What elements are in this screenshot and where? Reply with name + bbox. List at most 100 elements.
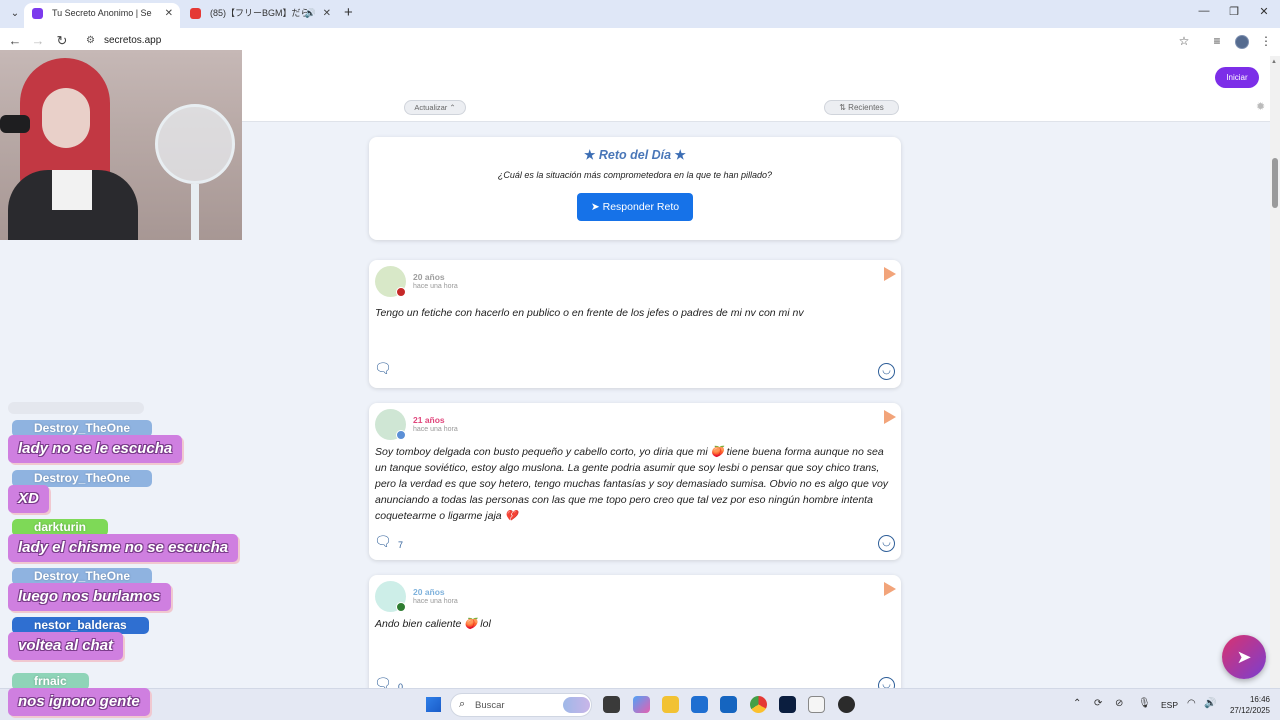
tab-label: (85)【フリーBGM】だらけモード <box>210 8 310 18</box>
chrome-icon[interactable] <box>750 696 767 713</box>
file-explorer-icon[interactable] <box>662 696 679 713</box>
react-smiley-icon[interactable]: ◡ <box>878 535 895 552</box>
sync-icon[interactable]: ⟳ <box>1094 698 1102 709</box>
copilot-icon[interactable] <box>633 696 650 713</box>
taskbar-search[interactable]: ⌕ Buscar <box>450 693 592 717</box>
sort-icon: ⇅ <box>839 103 849 112</box>
site-info-icon[interactable]: ⚙ <box>86 35 95 46</box>
outlook-icon[interactable] <box>720 696 737 713</box>
reload-icon[interactable]: ↻ <box>53 33 71 49</box>
tab-label: Tu Secreto Anonimo | Secretos <box>52 8 152 18</box>
comment-count: 7 <box>398 540 404 550</box>
cam-fan <box>155 104 235 184</box>
language-indicator[interactable]: ESP <box>1161 700 1178 710</box>
back-icon[interactable]: ← <box>6 33 24 48</box>
search-icon: ⌕ <box>459 698 466 710</box>
comments-icon[interactable]: 🗨 <box>374 360 392 377</box>
scroll-up-icon[interactable]: ▲ <box>1271 59 1277 65</box>
windows-taskbar: ⌕ Buscar ⌃ ⟳ ⊘ 🎙 ESP ◠ 🔊 16:46 27/12/202… <box>0 688 1280 720</box>
wifi-icon[interactable]: ◠ <box>1187 698 1196 709</box>
secret-post[interactable]: 20 años hace una hora Ando bien caliente… <box>369 575 901 705</box>
country-flag-icon <box>396 602 406 612</box>
tab-strip: ⌄ Tu Secreto Anonimo | Secretos ✕ (85)【フ… <box>0 0 1280 28</box>
star-icon: ★ <box>674 148 686 162</box>
cam-fan-pole <box>191 184 199 240</box>
post-time: hace una hora <box>413 598 458 605</box>
play-audio-icon[interactable] <box>884 267 896 281</box>
play-audio-icon[interactable] <box>884 582 896 596</box>
chat-fading-message <box>8 402 144 414</box>
recent-button[interactable]: ⇅ Recientes <box>824 100 899 115</box>
post-age: 20 años <box>413 272 445 282</box>
obs-icon[interactable] <box>838 696 855 713</box>
cam-microphone <box>0 115 30 133</box>
new-tab-button[interactable]: + <box>344 4 353 21</box>
stream-chat-overlay: Destroy_TheOne lady no se le escucha Des… <box>0 400 250 690</box>
post-text: Tengo un fetiche con hacerlo en publico … <box>375 307 804 319</box>
login-button[interactable]: Iniciar <box>1215 67 1259 88</box>
restore-icon[interactable]: ❐ <box>1224 5 1244 18</box>
post-age: 20 años <box>413 587 445 597</box>
play-audio-icon[interactable] <box>884 410 896 424</box>
secret-post[interactable]: 20 años hace una hora Tengo un fetiche c… <box>369 260 901 388</box>
country-flag-icon <box>396 430 406 440</box>
volume-icon[interactable]: 🔊 <box>1204 698 1216 709</box>
close-tab-icon[interactable]: ✕ <box>165 3 173 24</box>
task-view-icon[interactable] <box>603 696 620 713</box>
cam-face <box>42 88 90 148</box>
webcam-overlay <box>0 50 242 240</box>
cam-collar <box>52 170 92 210</box>
url-text: secretos.app <box>104 35 162 46</box>
react-smiley-icon[interactable]: ◡ <box>878 363 895 380</box>
post-text: Soy tomboy delgada con busto pequeño y c… <box>375 446 889 522</box>
page-scrollbar[interactable]: ▲ <box>1270 56 1280 688</box>
chat-message: nos ignoro gente <box>8 688 150 716</box>
tab-search-chevron-icon[interactable]: ⌄ <box>6 5 24 23</box>
challenge-question: ¿Cuál es la situación más comprometedora… <box>497 170 773 180</box>
microphone-icon[interactable]: 🎙 <box>1138 698 1151 709</box>
settings-gear-icon[interactable]: ✹ <box>1256 100 1265 113</box>
store-icon[interactable] <box>691 696 708 713</box>
daily-challenge-card: ★ Reto del Día ★ ¿Cuál es la situación m… <box>369 137 901 240</box>
close-window-icon[interactable]: ✕ <box>1254 5 1274 18</box>
post-text: Ando bien caliente 🍑 lol <box>375 618 491 630</box>
notifications-off-icon[interactable]: ⊘ <box>1115 698 1123 709</box>
star-icon: ★ <box>584 148 596 162</box>
challenge-title: ★ Reto del Día ★ <box>369 147 901 162</box>
address-bar[interactable]: ⚙ secretos.app <box>82 31 1202 53</box>
post-time: hace una hora <box>413 283 458 290</box>
answer-challenge-button[interactable]: ➤ Responder Reto <box>577 193 693 221</box>
minimize-icon[interactable]: — <box>1194 5 1214 17</box>
country-flag-icon <box>396 287 406 297</box>
chat-message: XD <box>8 485 49 513</box>
post-age: 21 años <box>413 415 445 425</box>
youtube-favicon-icon <box>190 8 201 19</box>
windows-start-icon[interactable] <box>426 697 441 712</box>
send-plane-icon: ➤ <box>590 201 603 213</box>
speaker-icon[interactable]: 🔊 <box>305 3 316 24</box>
forward-icon[interactable]: → <box>29 33 47 48</box>
answer-challenge-label: Responder Reto <box>602 201 680 213</box>
challenge-title-text: Reto del Día <box>598 148 672 162</box>
bookmark-star-icon[interactable]: ☆ <box>1176 34 1192 48</box>
notepad-icon[interactable] <box>808 696 825 713</box>
comments-icon[interactable]: 🗨 <box>374 533 392 550</box>
chat-message: voltea al chat <box>8 632 124 660</box>
post-time: hace una hora <box>413 426 458 433</box>
chat-message: lady el chisme no se escucha <box>8 534 239 562</box>
secret-post[interactable]: 21 años hace una hora Soy tomboy delgada… <box>369 403 901 560</box>
recent-label: Recientes <box>848 103 884 112</box>
show-hidden-icons-icon[interactable]: ⌃ <box>1073 698 1081 709</box>
search-label: Buscar <box>475 700 505 711</box>
menu-icon[interactable]: ⋮ <box>1258 34 1274 48</box>
close-tab-icon[interactable]: ✕ <box>323 3 331 24</box>
photoshop-icon[interactable] <box>779 696 796 713</box>
update-button[interactable]: Actualizar ⌃ <box>404 100 466 115</box>
media-icon[interactable]: ≡ <box>1209 34 1225 48</box>
taskbar-clock[interactable]: 16:46 27/12/2025 <box>1226 694 1270 716</box>
profile-avatar[interactable] <box>1235 35 1249 49</box>
scrollbar-thumb[interactable] <box>1272 158 1278 208</box>
tab-secretos[interactable]: Tu Secreto Anonimo | Secretos ✕ <box>24 3 180 28</box>
tab-youtube[interactable]: (85)【フリーBGM】だらけモード 🔊 ✕ <box>182 3 338 28</box>
new-secret-send-button[interactable]: ➤ <box>1222 635 1266 679</box>
